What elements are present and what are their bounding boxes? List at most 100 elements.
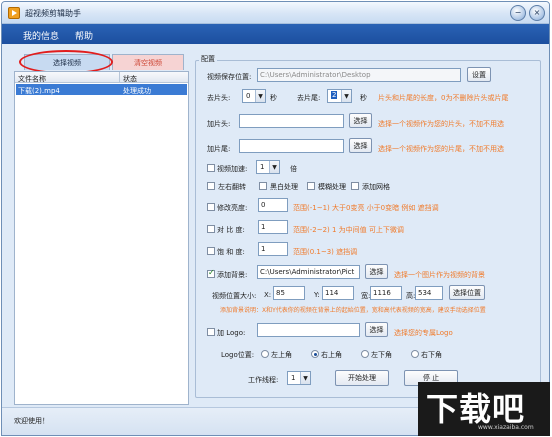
brightness-checkbox[interactable]: [207, 203, 215, 211]
contrast-hint: 范围(-2~2) 1 为中间值 可上下微调: [293, 226, 404, 234]
brightness-label: 修改亮度:: [217, 204, 248, 212]
speed-select[interactable]: 1 ▼: [256, 160, 280, 174]
col-file-name[interactable]: 文件名称: [18, 74, 46, 84]
background-label: 添加背景:: [217, 271, 248, 279]
title-bar: 超视频剪辑助手 − ×: [2, 2, 549, 24]
clear-video-tab[interactable]: 清空视频: [112, 54, 184, 70]
background-hint: 选择一个图片作为视频的背景: [394, 271, 485, 279]
brightness-field[interactable]: 0: [258, 198, 288, 212]
trim-head-value: 0: [246, 92, 251, 100]
choose-tail-button[interactable]: 选择: [349, 138, 372, 153]
watermark-logo: 下载吧 www.xiazaiba.com: [418, 382, 550, 436]
grid-label: 添加网格: [362, 183, 390, 191]
radio-bottom-left[interactable]: [361, 350, 369, 358]
app-window: 超视频剪辑助手 − × 我的信息 帮助 选择视频 清空视频 文件名称 状态 下载…: [1, 1, 550, 436]
height-label: 高:: [406, 292, 416, 300]
chevron-down-icon: ▼: [269, 161, 279, 173]
width-label: 宽:: [361, 292, 371, 300]
save-location-label: 视频保存位置:: [207, 73, 252, 81]
choose-position-button[interactable]: 选择位置: [449, 285, 485, 300]
start-button[interactable]: 开始处理: [335, 370, 389, 386]
video-position-label: 视频位置大小:: [212, 292, 257, 300]
x-label: X:: [264, 291, 272, 299]
flip-label: 左右翻转: [218, 183, 246, 191]
brightness-hint: 范围(-1~1) 大于0变亮 小于0变暗 例如 遮挡调: [293, 204, 439, 212]
add-tail-label: 加片尾:: [207, 145, 231, 153]
app-play-icon: [8, 7, 20, 19]
background-field[interactable]: C:\Users\Administrator\Pict: [257, 265, 360, 279]
blur-checkbox[interactable]: [307, 182, 315, 190]
status-text: 欢迎使用！: [14, 417, 49, 425]
flip-checkbox[interactable]: [207, 182, 215, 190]
add-tail-hint: 选择一个视频作为您的片尾，不加不用选: [378, 145, 504, 153]
background-note: 添加背景说明：X和Y代表你的视频在背景上的起始位置，宽和高代表视频的宽高，建议手…: [220, 307, 486, 314]
window-title: 超视频剪辑助手: [25, 9, 81, 18]
trim-tail-select[interactable]: 2 ▼: [327, 89, 352, 103]
grayscale-label: 黑白处理: [270, 183, 298, 191]
menu-bar: 我的信息 帮助: [2, 24, 549, 44]
threads-select[interactable]: 1 ▼: [287, 371, 311, 385]
col-status[interactable]: 状态: [123, 74, 137, 84]
file-list[interactable]: 文件名称 状态 下载(2).mp4 处理成功: [14, 71, 189, 405]
choose-logo-button[interactable]: 选择: [365, 322, 388, 337]
saturation-checkbox[interactable]: [207, 247, 215, 255]
close-button[interactable]: ×: [529, 5, 545, 21]
minimize-button[interactable]: −: [510, 5, 526, 21]
radio-bottom-right-label: 右下角: [421, 351, 442, 359]
speed-checkbox[interactable]: [207, 164, 215, 172]
menu-help[interactable]: 帮助: [75, 29, 93, 42]
speed-value: 1: [260, 163, 265, 171]
height-field[interactable]: 534: [415, 286, 443, 300]
add-tail-field[interactable]: [239, 139, 344, 153]
y-label: Y:: [314, 291, 320, 299]
grid-checkbox[interactable]: [351, 182, 359, 190]
logo-checkbox[interactable]: [207, 328, 215, 336]
list-item[interactable]: 下载(2).mp4 处理成功: [16, 84, 187, 95]
radio-top-right-label: 右上角: [321, 351, 342, 359]
grayscale-checkbox[interactable]: [259, 182, 267, 190]
trim-head-select[interactable]: 0 ▼: [242, 89, 266, 103]
radio-top-left[interactable]: [261, 350, 269, 358]
left-panel: 选择视频 清空视频 文件名称 状态 下载(2).mp4 处理成功: [14, 50, 189, 405]
background-checkbox[interactable]: [207, 268, 215, 278]
logo-field[interactable]: [257, 323, 360, 337]
config-group-title: 配置: [199, 54, 217, 64]
threads-label: 工作线程:: [248, 376, 279, 384]
chevron-down-icon: ▼: [255, 90, 265, 102]
speed-label: 视频加速:: [217, 165, 248, 173]
logo-hint: 选择您的专属Logo: [394, 329, 453, 337]
set-save-location-button[interactable]: 设置: [467, 67, 491, 82]
column-divider: [119, 72, 120, 83]
contrast-checkbox[interactable]: [207, 225, 215, 233]
contrast-field[interactable]: 1: [258, 220, 288, 234]
window-controls: − ×: [510, 5, 545, 21]
width-field[interactable]: 1116: [370, 286, 402, 300]
logo-position-label: Logo位置:: [221, 351, 255, 359]
file-name: 下载(2).mp4: [18, 87, 60, 95]
x-field[interactable]: 85: [273, 286, 305, 300]
trim-tail-value: 2: [331, 91, 338, 99]
file-status: 处理成功: [123, 87, 151, 95]
chevron-down-icon: ▼: [300, 372, 310, 384]
radio-top-right[interactable]: [311, 350, 319, 358]
chevron-down-icon: ▼: [341, 90, 351, 102]
radio-top-left-label: 左上角: [271, 351, 292, 359]
choose-head-button[interactable]: 选择: [349, 113, 372, 128]
saturation-field[interactable]: 1: [258, 242, 288, 256]
add-head-hint: 选择一个视频作为您的片头，不加不用选: [378, 120, 504, 128]
speed-unit: 倍: [290, 165, 297, 173]
menu-my-info[interactable]: 我的信息: [23, 29, 59, 42]
save-location-field[interactable]: C:\Users\Administrator\Desktop: [257, 68, 461, 82]
logo-label: 加 Logo:: [217, 329, 246, 337]
trim-hint: 片头和片尾的长度，0为不删除片头或片尾: [378, 94, 509, 102]
choose-background-button[interactable]: 选择: [365, 264, 388, 279]
file-list-header: 文件名称 状态: [15, 72, 188, 83]
trim-tail-label: 去片尾:: [297, 94, 321, 102]
add-head-field[interactable]: [239, 114, 344, 128]
saturation-hint: 范围(0.1~3) 遮挡调: [293, 248, 358, 256]
radio-bottom-right[interactable]: [411, 350, 419, 358]
trim-tail-unit: 秒: [360, 94, 367, 102]
y-field[interactable]: 114: [322, 286, 354, 300]
watermark-url: www.xiazaiba.com: [478, 424, 534, 431]
radio-bottom-left-label: 左下角: [371, 351, 392, 359]
